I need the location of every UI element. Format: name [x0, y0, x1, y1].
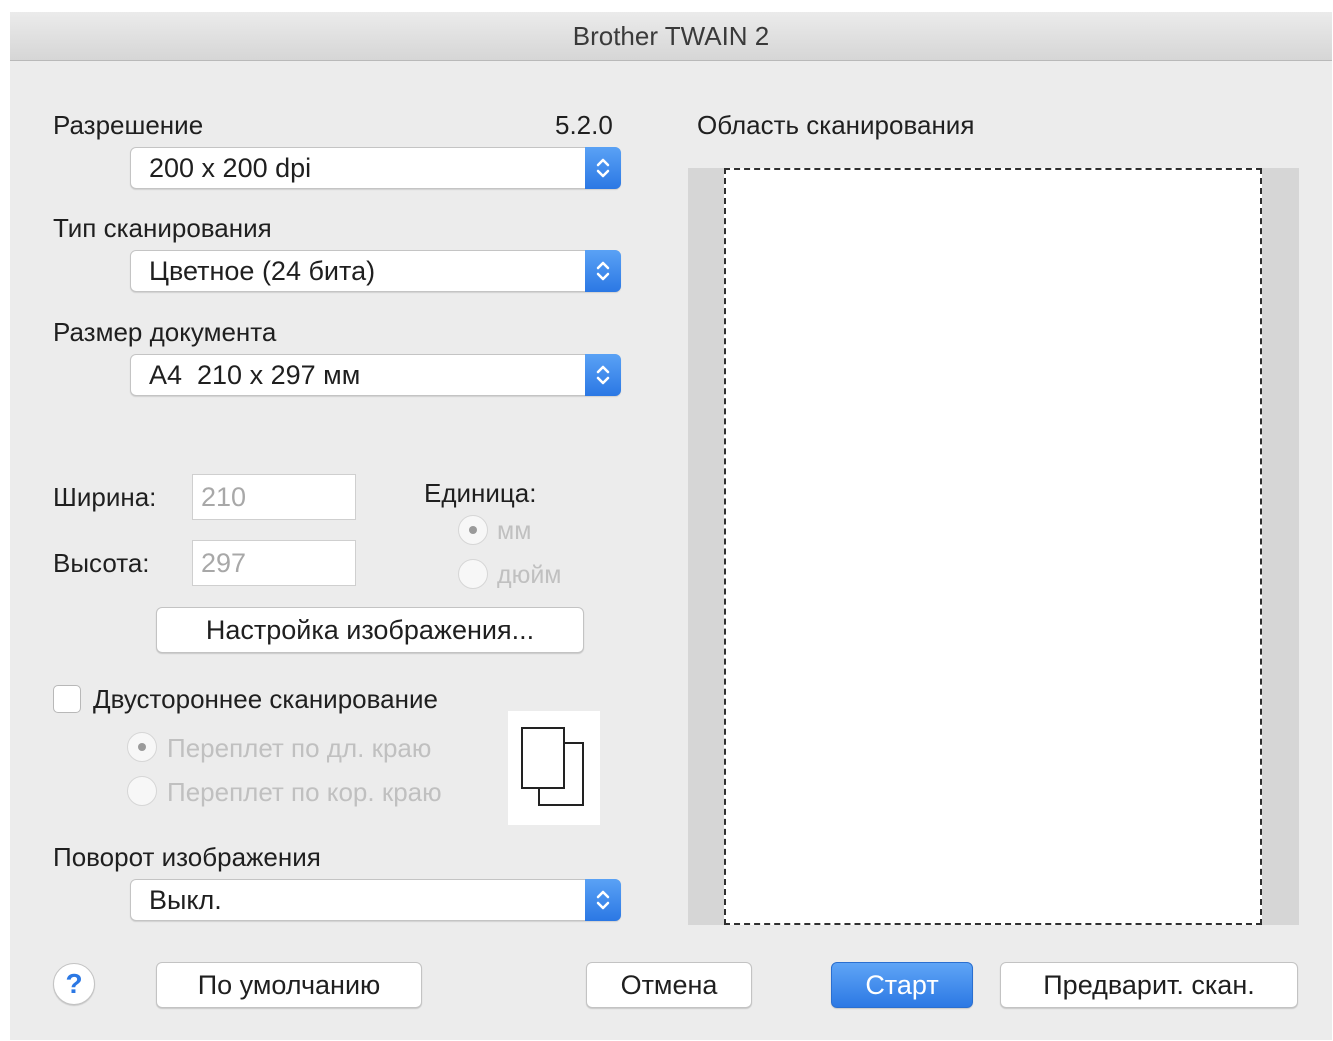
image-settings-button[interactable]: Настройка изображения...: [156, 607, 584, 653]
height-input[interactable]: [193, 541, 355, 585]
height-field[interactable]: [192, 540, 356, 586]
binding-short-edge-radio[interactable]: [127, 776, 157, 806]
scan-type-value: Цветное (24 бита): [149, 256, 376, 286]
unit-inch-label: дюйм: [497, 561, 562, 589]
start-button[interactable]: Старт: [831, 962, 973, 1008]
height-label: Высота:: [53, 548, 150, 578]
duplex-checkbox[interactable]: [53, 685, 81, 713]
cancel-button[interactable]: Отмена: [586, 962, 752, 1008]
document-size-label: Размер документа: [53, 317, 277, 347]
preview-scan-button[interactable]: Предварит. скан.: [1000, 962, 1298, 1008]
binding-long-edge-label: Переплет по дл. краю: [167, 733, 432, 763]
window-title: Brother TWAIN 2: [10, 12, 1332, 61]
up-down-chevron-icon: [585, 147, 621, 189]
unit-inch-radio[interactable]: [458, 559, 488, 589]
binding-short-edge-label: Переплет по кор. краю: [167, 777, 442, 807]
document-size-value: A4 210 x 297 мм: [149, 360, 361, 390]
duplex-label: Двустороннее сканирование: [93, 684, 438, 714]
duplex-pages-icon: [508, 711, 600, 825]
rotation-label: Поворот изображения: [53, 842, 321, 872]
version-label: 5.2.0: [555, 110, 613, 140]
rotation-value: Выкл.: [149, 885, 222, 915]
unit-mm-label: мм: [497, 517, 532, 545]
unit-label: Единица:: [424, 478, 537, 508]
scan-type-popup[interactable]: Цветное (24 бита): [130, 250, 621, 292]
scan-type-label: Тип сканирования: [53, 213, 272, 243]
default-button[interactable]: По умолчанию: [156, 962, 422, 1008]
twain-dialog: Brother TWAIN 2 Разрешение 5.2.0 200 x 2…: [10, 12, 1332, 1040]
scan-area-selection[interactable]: [724, 168, 1262, 925]
binding-long-edge-radio[interactable]: [127, 732, 157, 762]
scan-area-label: Область сканирования: [697, 110, 975, 140]
width-field[interactable]: [192, 474, 356, 520]
width-input[interactable]: [193, 475, 355, 519]
unit-mm-radio[interactable]: [458, 515, 488, 545]
resolution-value: 200 x 200 dpi: [149, 153, 312, 183]
resolution-label: Разрешение: [53, 110, 204, 140]
resolution-popup[interactable]: 200 x 200 dpi: [130, 147, 621, 189]
document-size-popup[interactable]: A4 210 x 297 мм: [130, 354, 621, 396]
up-down-chevron-icon: [585, 250, 621, 292]
help-icon[interactable]: ?: [53, 963, 95, 1005]
rotation-popup[interactable]: Выкл.: [130, 879, 621, 921]
scan-area-preview[interactable]: [688, 168, 1299, 925]
up-down-chevron-icon: [585, 354, 621, 396]
up-down-chevron-icon: [585, 879, 621, 921]
width-label: Ширина:: [53, 482, 157, 512]
